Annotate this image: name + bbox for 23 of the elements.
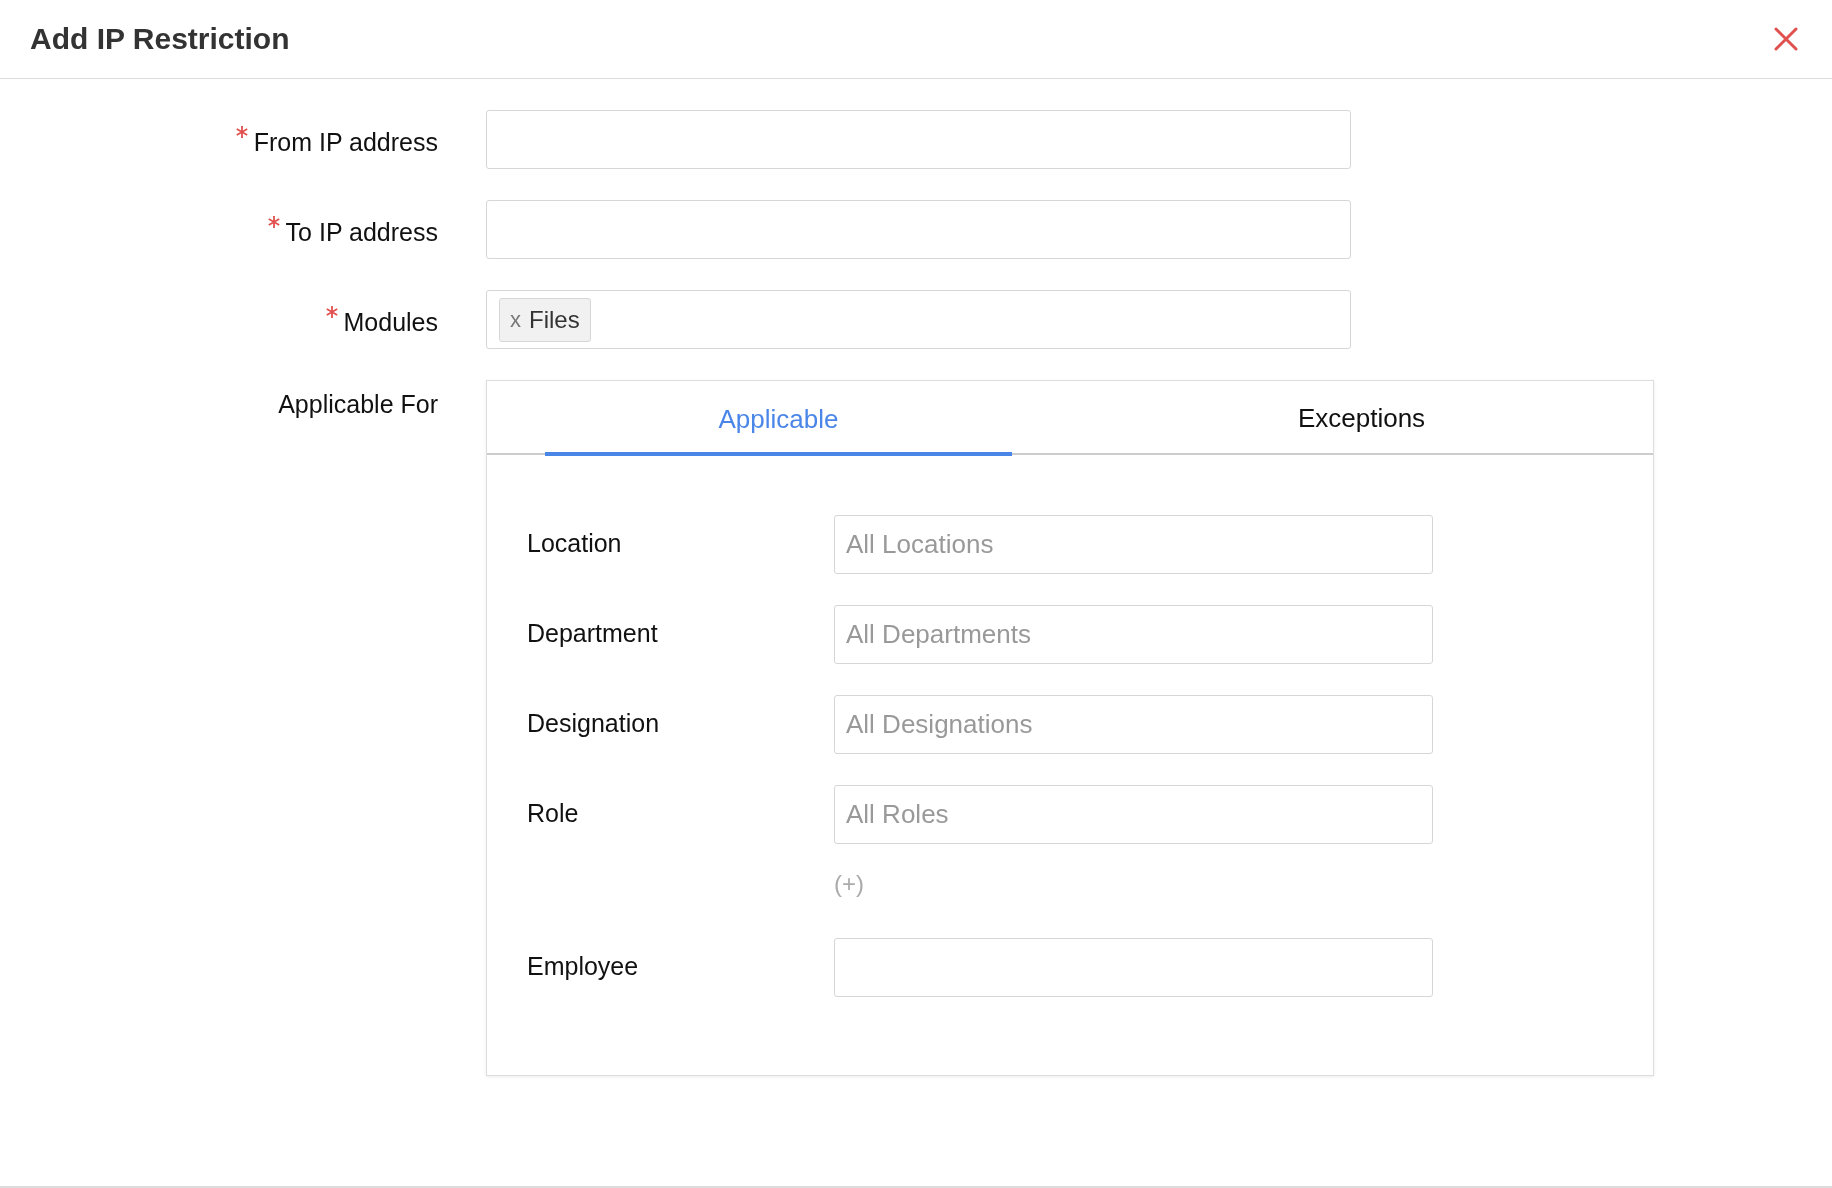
select-field[interactable]: All Locations [834,515,1433,574]
tab[interactable]: Applicable [487,381,1070,455]
field-label: Applicable For [278,390,438,418]
select-field[interactable]: All Roles [834,785,1433,844]
field-label: Location [527,528,623,559]
select-field[interactable]: All Departments [834,605,1433,664]
tag-field[interactable]: x Files [486,290,1351,349]
remove-tag-button[interactable]: x [510,303,529,336]
field-label: To IP address [285,218,438,246]
field-label: Modules [343,308,438,336]
dialog-title: Add IP Restriction [30,21,290,57]
field-label: Designation [527,708,661,739]
text-field[interactable] [486,110,1351,169]
text-field[interactable] [834,938,1433,997]
tab[interactable]: Exceptions [1070,381,1653,455]
add-link[interactable]: (+) [834,866,864,902]
field-label: Employee [527,951,640,982]
select-field[interactable]: All Designations [834,695,1433,754]
text-field[interactable] [486,200,1351,259]
field-label: Department [527,618,659,649]
tag-label: Files [529,304,580,335]
field-label: From IP address [253,128,438,156]
field-label: Role [527,798,580,829]
